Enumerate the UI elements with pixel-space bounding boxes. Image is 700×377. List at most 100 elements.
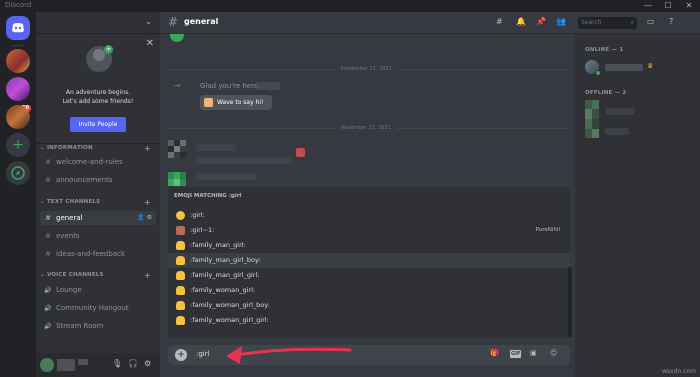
- watermark: wsxdn.com: [662, 368, 696, 375]
- minimize-button[interactable]: —: [640, 0, 656, 12]
- channel-label: Stream Room: [56, 322, 104, 330]
- promo-avatar: [93, 49, 105, 61]
- emoji-option-selected[interactable]: :family_man_girl_boy:: [168, 253, 570, 268]
- avatar[interactable]: [168, 140, 186, 158]
- member-name-redacted: [605, 108, 635, 115]
- emoji-source-server: PureNihil: [535, 227, 560, 233]
- avatar[interactable]: [170, 34, 184, 42]
- category-voice-channels[interactable]: ⌄ VOICE CHANNELS +: [40, 271, 151, 280]
- close-icon[interactable]: ✕: [146, 38, 154, 49]
- emoji-option[interactable]: :girl~1: PureNihil: [168, 223, 570, 238]
- channel-ideas-and-feedback[interactable]: # ideas-and-feedback: [40, 247, 156, 261]
- headphones-icon[interactable]: 🎧: [128, 359, 138, 368]
- compass-icon: [11, 166, 25, 180]
- chat-scrollbar[interactable]: [568, 267, 572, 337]
- chevron-down-icon: ⌄: [145, 17, 152, 26]
- emoji-option[interactable]: :girl:: [168, 208, 570, 223]
- add-channel-icon[interactable]: +: [144, 198, 151, 207]
- channel-label: Lounge: [56, 286, 82, 294]
- emoji-picker-icon[interactable]: ☺: [550, 349, 557, 357]
- server-icon-2[interactable]: [6, 77, 30, 101]
- inbox-icon[interactable]: ▭: [647, 17, 655, 26]
- channel-label: announcements: [56, 176, 113, 184]
- date-label: September 21, 2021: [336, 66, 396, 72]
- server-icon-1[interactable]: [6, 49, 30, 73]
- emoji-option[interactable]: :family_man_girl_girl:: [168, 268, 570, 283]
- user-panel: 🎙 🎧 ⚙: [36, 353, 160, 377]
- voice-channel-stream-room[interactable]: 🔊 Stream Room: [40, 319, 156, 333]
- help-icon[interactable]: ?: [669, 17, 673, 26]
- chevron-down-icon: ⌄: [40, 145, 47, 151]
- maximize-button[interactable]: ☐: [660, 0, 676, 12]
- crown-icon: ♛: [647, 62, 654, 70]
- member-list-icon[interactable]: 👥: [556, 17, 566, 26]
- sticker-icon[interactable]: ▣: [530, 349, 537, 357]
- add-attachment-button[interactable]: +: [175, 349, 187, 361]
- usertag-redacted: [78, 359, 88, 365]
- family-emoji-icon: [176, 301, 185, 310]
- pin-icon[interactable]: 📌: [536, 17, 546, 26]
- channel-events[interactable]: # events: [40, 229, 156, 243]
- custom-girl-emoji-icon: [176, 226, 185, 235]
- add-server-button[interactable]: +: [6, 133, 30, 157]
- server-icon-3[interactable]: [6, 105, 30, 129]
- category-label: INFORMATION: [46, 145, 93, 151]
- channel-announcements[interactable]: # announcements: [40, 173, 156, 187]
- message-composer[interactable]: + :girl 🎁 GIF ▣ ☺: [168, 345, 570, 365]
- date-label: November 15, 2021: [336, 125, 396, 131]
- wave-button-label: Wave to say hi!: [217, 99, 264, 106]
- family-emoji-icon: [176, 271, 185, 280]
- channel-title: general: [184, 17, 219, 26]
- join-arrow-icon: →: [174, 81, 181, 90]
- channel-label: Community Hangout: [56, 304, 129, 312]
- server-header[interactable]: ⌄: [36, 12, 160, 34]
- sidebar-divider: [36, 143, 160, 144]
- channel-welcome-and-rules[interactable]: # welcome-and-rules: [40, 155, 156, 169]
- search-placeholder: Search: [581, 19, 602, 26]
- member-list: ONLINE — 1 ♛ OFFLINE — 2: [575, 34, 700, 377]
- threads-icon[interactable]: #: [496, 17, 503, 26]
- close-window-button[interactable]: ✕: [681, 0, 697, 12]
- emoji-option[interactable]: :family_woman_girl_boy:: [168, 298, 570, 313]
- voice-channel-lounge[interactable]: 🔊 Lounge: [40, 283, 156, 297]
- explore-servers-button[interactable]: [6, 161, 30, 185]
- emoji-name: :family_man_girl:: [190, 241, 246, 249]
- invite-member-icon[interactable]: 👤: [137, 214, 144, 221]
- chevron-down-icon: ⌄: [40, 272, 47, 278]
- emoji-name: :family_woman_girl_girl:: [190, 316, 269, 324]
- wave-button[interactable]: Wave to say hi!: [200, 95, 272, 110]
- girl-emoji-icon: [176, 211, 185, 220]
- category-information[interactable]: ⌄ INFORMATION +: [40, 144, 151, 153]
- message-redacted: [196, 173, 256, 180]
- emoji-name: :family_woman_girl_boy:: [190, 301, 270, 309]
- gear-icon[interactable]: ⚙: [144, 359, 151, 368]
- chevron-down-icon: ⌄: [40, 199, 47, 205]
- emoji-option[interactable]: :family_man_girl:: [168, 238, 570, 253]
- category-text-channels[interactable]: ⌄ TEXT CHANNELS +: [40, 198, 151, 207]
- hash-icon: #: [168, 15, 179, 29]
- message-input-text[interactable]: :girl: [196, 350, 210, 358]
- category-label: VOICE CHANNELS: [46, 272, 104, 278]
- home-button[interactable]: [6, 16, 30, 40]
- offline-header: OFFLINE — 2: [585, 90, 627, 96]
- emoji-option[interactable]: :family_woman_girl_girl:: [168, 313, 570, 328]
- search-input[interactable]: Search ⌕: [578, 17, 637, 29]
- gif-button[interactable]: GIF: [510, 350, 522, 358]
- offline-members-redacted: [585, 100, 599, 138]
- emoji-name: :girl:: [190, 211, 205, 219]
- invite-people-button[interactable]: Invite People: [70, 117, 126, 132]
- discord-window: Discord — ☐ ✕ 50 + ⌄ ✕: [0, 0, 700, 377]
- discord-logo-icon: [12, 23, 24, 33]
- add-channel-icon[interactable]: +: [144, 271, 151, 280]
- hash-icon: #: [45, 176, 51, 184]
- microphone-icon[interactable]: 🎙: [112, 359, 122, 368]
- add-channel-icon[interactable]: +: [144, 144, 151, 153]
- voice-channel-community-hangout[interactable]: 🔊 Community Hangout: [40, 301, 156, 315]
- gear-icon[interactable]: ⚙: [147, 214, 152, 221]
- chat-area: # general # 🔔 📌 👥 Search ⌕ ▭ ? September…: [160, 12, 700, 377]
- gift-icon[interactable]: 🎁: [490, 349, 499, 357]
- emoji-option[interactable]: :family_woman_girl:: [168, 283, 570, 298]
- avatar[interactable]: [40, 358, 54, 372]
- channel-general[interactable]: # general 👤 ⚙: [40, 211, 156, 225]
- notification-bell-icon[interactable]: 🔔: [516, 17, 526, 26]
